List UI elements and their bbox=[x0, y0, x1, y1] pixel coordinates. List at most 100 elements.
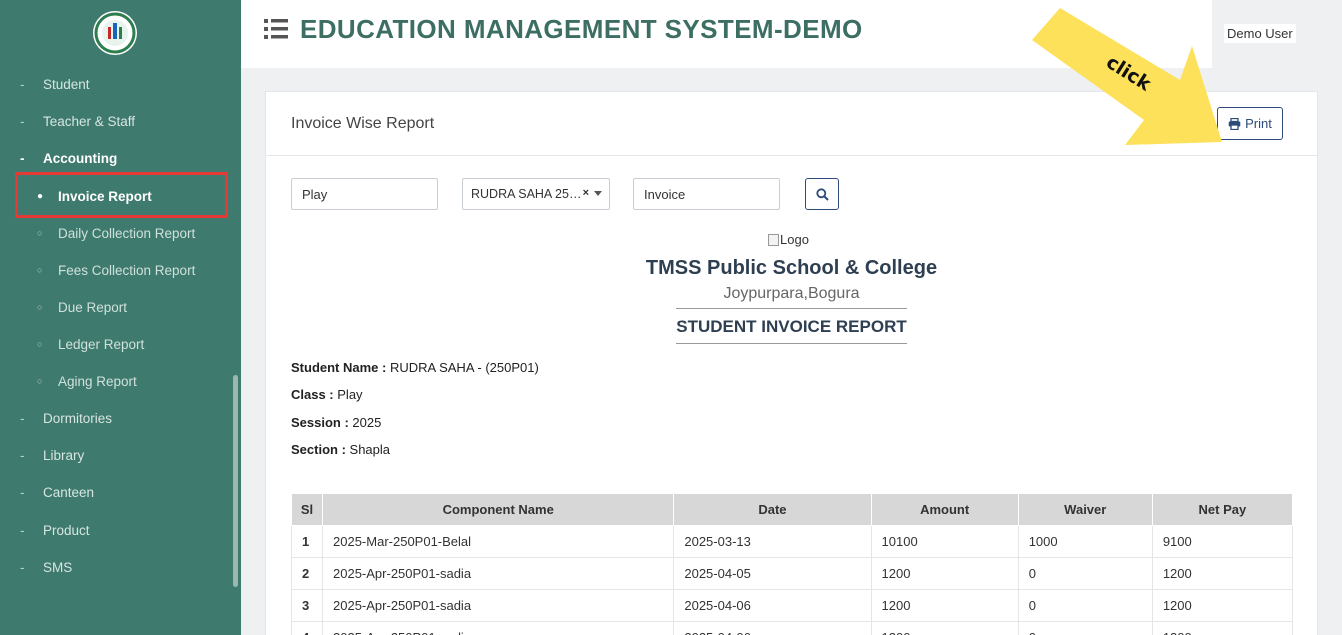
col-component-name: Component Name bbox=[322, 493, 675, 526]
cell: 2025-04-06 bbox=[673, 621, 872, 635]
sidebar-item-label: Dormitories bbox=[43, 410, 113, 426]
info-value: 2025 bbox=[352, 415, 382, 430]
sidebar-item-canteen[interactable]: - Canteen bbox=[0, 477, 241, 507]
info-label: Session : bbox=[291, 415, 349, 430]
school-logo[interactable] bbox=[90, 10, 140, 56]
sidebar-item-student[interactable]: - Student bbox=[0, 69, 241, 99]
sidebar-item-library[interactable]: - Library bbox=[0, 440, 241, 470]
info-label: Section : bbox=[291, 442, 346, 457]
logo-alt-text: Logo bbox=[780, 232, 809, 247]
student-name-info: Student Name : RUDRA SAHA - (250P01) bbox=[291, 360, 539, 375]
col-amount: Amount bbox=[870, 493, 1019, 526]
circle-icon: ○ bbox=[37, 228, 43, 238]
sidebar-sub-aging-report[interactable]: ○ Aging Report bbox=[0, 366, 241, 396]
cell: 10100 bbox=[870, 525, 1019, 558]
class-select[interactable]: Play bbox=[291, 178, 438, 210]
info-value: RUDRA SAHA - (250P01) bbox=[389, 360, 539, 375]
sidebar-item-teacher-staff[interactable]: - Teacher & Staff bbox=[0, 106, 241, 136]
cell: 0 bbox=[1017, 557, 1153, 590]
sidebar-sub-label: Daily Collection Report bbox=[58, 225, 196, 241]
info-value: Shapla bbox=[349, 442, 391, 457]
table-row: 4 2025-Apr-250P01-sadia 2025-04-06 1200 … bbox=[290, 621, 1294, 635]
session-info: Session : 2025 bbox=[291, 415, 381, 430]
cell: 1000 bbox=[1017, 525, 1153, 558]
sidebar-sub-daily-collection[interactable]: ○ Daily Collection Report bbox=[0, 218, 241, 248]
app-title: EDUCATION MANAGEMENT SYSTEM-DEMO bbox=[300, 14, 863, 44]
clear-icon[interactable]: × bbox=[583, 187, 589, 199]
table-row: 2 2025-Apr-250P01-sadia 2025-04-05 1200 … bbox=[290, 557, 1294, 590]
sidebar-item-label: Accounting bbox=[43, 150, 118, 166]
cell: 2025-04-05 bbox=[673, 557, 872, 590]
cell: 1200 bbox=[1151, 557, 1294, 590]
sidebar-sub-label: Ledger Report bbox=[58, 336, 145, 352]
dash-icon: - bbox=[20, 522, 25, 538]
school-address: Joypurpara,Bogura bbox=[723, 285, 860, 302]
sidebar-item-label: Student bbox=[43, 76, 90, 92]
report-type-select[interactable]: Invoice bbox=[633, 178, 780, 210]
chevron-down-icon[interactable] bbox=[594, 191, 602, 196]
cell: 1200 bbox=[870, 557, 1019, 590]
sidebar-sub-label: Fees Collection Report bbox=[58, 262, 196, 278]
col-sl: Sl bbox=[290, 493, 324, 526]
cell: 0 bbox=[1017, 621, 1153, 635]
report-logo: Logo bbox=[768, 232, 809, 247]
dash-icon: - bbox=[20, 559, 25, 575]
dash-icon: - bbox=[20, 484, 25, 500]
sidebar-item-label: Teacher & Staff bbox=[43, 113, 136, 129]
info-label: Class : bbox=[291, 387, 334, 402]
cell: 1200 bbox=[870, 589, 1019, 622]
circle-icon: ○ bbox=[37, 302, 43, 312]
class-value: Play bbox=[302, 186, 328, 202]
sidebar-item-product[interactable]: - Product bbox=[0, 515, 241, 545]
sidebar-item-label: SMS bbox=[43, 559, 73, 575]
cell: 2025-03-13 bbox=[673, 525, 872, 558]
divider bbox=[676, 343, 907, 344]
table-row: 1 2025-Mar-250P01-Belal 2025-03-13 10100… bbox=[290, 525, 1294, 558]
cell: 2025-Apr-250P01-sadia bbox=[322, 589, 675, 622]
divider bbox=[676, 308, 907, 309]
dash-icon: - bbox=[20, 447, 25, 463]
card-title: Invoice Wise Report bbox=[291, 115, 435, 132]
dash-icon: - bbox=[20, 113, 25, 129]
info-label: Student Name : bbox=[291, 360, 387, 375]
school-name: TMSS Public School & College bbox=[645, 257, 938, 279]
sidebar-sub-ledger-report[interactable]: ○ Ledger Report bbox=[0, 329, 241, 359]
sidebar-sub-due-report[interactable]: ○ Due Report bbox=[0, 292, 241, 322]
sidebar-item-dormitories[interactable]: - Dormitories bbox=[0, 403, 241, 433]
dash-icon: - bbox=[20, 76, 25, 92]
cell: 4 bbox=[290, 621, 324, 635]
cell: 2025-Apr-250P01-sadia bbox=[322, 621, 675, 635]
sidebar-scrollbar[interactable] bbox=[233, 375, 238, 587]
table-row: 3 2025-Apr-250P01-sadia 2025-04-06 1200 … bbox=[290, 589, 1294, 622]
cell: 0 bbox=[1017, 589, 1153, 622]
col-date: Date bbox=[673, 493, 872, 526]
report-type-value: Invoice bbox=[644, 186, 686, 202]
cell: 2 bbox=[290, 557, 324, 590]
search-button[interactable] bbox=[805, 178, 839, 210]
student-select[interactable]: RUDRA SAHA 25… × bbox=[462, 178, 610, 210]
menu-list-icon[interactable] bbox=[264, 18, 288, 40]
highlight-box bbox=[15, 172, 228, 218]
col-net-pay: Net Pay bbox=[1151, 493, 1294, 526]
section-info: Section : Shapla bbox=[291, 442, 390, 457]
click-annotation-arrow: click bbox=[1032, 8, 1222, 145]
table-header-row: Sl Component Name Date Amount Waiver Net… bbox=[290, 493, 1294, 526]
dash-icon: - bbox=[20, 410, 25, 426]
cell: 9100 bbox=[1151, 525, 1294, 558]
cell: 1200 bbox=[1151, 589, 1294, 622]
sidebar-sub-label: Due Report bbox=[58, 299, 128, 315]
invoice-table: Sl Component Name Date Amount Waiver Net… bbox=[290, 493, 1294, 635]
sidebar-sub-fees-collection[interactable]: ○ Fees Collection Report bbox=[0, 255, 241, 285]
circle-icon: ○ bbox=[37, 376, 43, 386]
sidebar: - Student - Teacher & Staff - Accounting ● I… bbox=[0, 0, 241, 635]
sidebar-item-label: Product bbox=[43, 522, 90, 538]
cell: 1 bbox=[290, 525, 324, 558]
sidebar-item-label: Canteen bbox=[43, 484, 95, 500]
sidebar-item-sms[interactable]: - SMS bbox=[0, 552, 241, 582]
info-value: Play bbox=[337, 387, 363, 402]
cell: 1200 bbox=[870, 621, 1019, 635]
sidebar-item-accounting[interactable]: - Accounting bbox=[0, 143, 241, 173]
sidebar-sub-label: Aging Report bbox=[58, 373, 137, 389]
sidebar-item-label: Library bbox=[43, 447, 85, 463]
circle-icon: ○ bbox=[37, 339, 43, 349]
